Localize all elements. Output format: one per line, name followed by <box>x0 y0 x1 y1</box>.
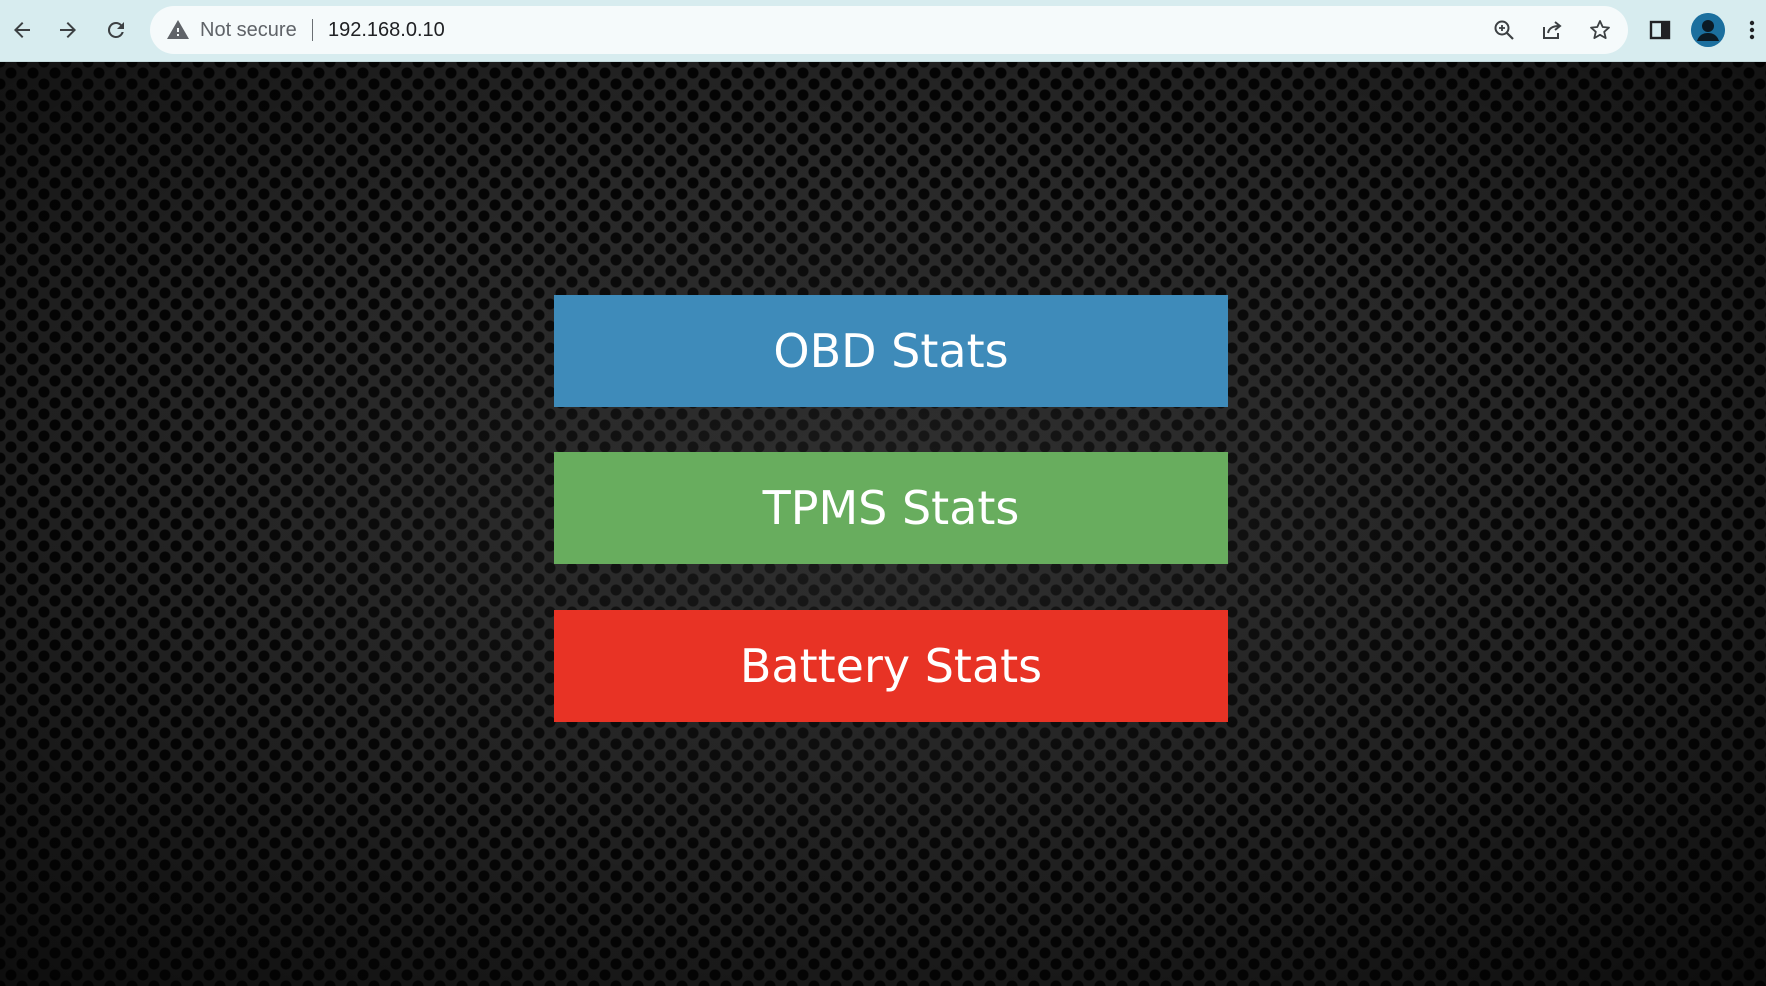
kebab-menu-icon[interactable] <box>1738 12 1766 48</box>
zoom-icon[interactable] <box>1490 16 1518 44</box>
battery-stats-button[interactable]: Battery Stats <box>554 610 1228 722</box>
security-status-label[interactable]: Not secure <box>200 6 297 54</box>
star-icon[interactable] <box>1586 16 1614 44</box>
url-text[interactable]: 192.168.0.10 <box>328 6 445 54</box>
address-separator <box>312 19 313 41</box>
share-icon[interactable] <box>1538 16 1566 44</box>
reload-icon <box>107 21 124 38</box>
arrow-right-icon <box>60 22 76 38</box>
side-panel-icon[interactable] <box>1642 12 1678 48</box>
obd-stats-button[interactable]: OBD Stats <box>554 295 1228 407</box>
warning-icon[interactable] <box>166 18 190 42</box>
back-button[interactable] <box>2 10 42 50</box>
address-bar[interactable]: Not secure 192.168.0.10 <box>150 6 1628 54</box>
avatar[interactable] <box>1690 12 1726 48</box>
tpms-stats-button[interactable]: TPMS Stats <box>554 452 1228 564</box>
forward-button[interactable] <box>48 10 88 50</box>
arrow-left-icon <box>14 22 30 38</box>
page-content: OBD Stats TPMS Stats Battery Stats <box>0 62 1766 986</box>
reload-button[interactable] <box>96 10 136 50</box>
browser-toolbar: Not secure 192.168.0.10 <box>0 0 1766 62</box>
